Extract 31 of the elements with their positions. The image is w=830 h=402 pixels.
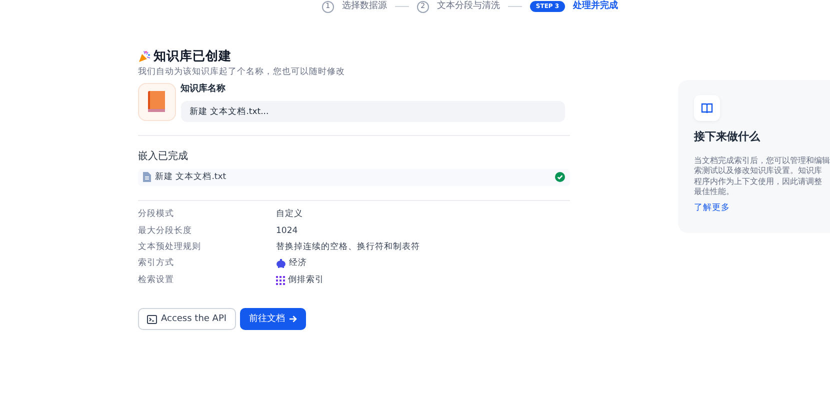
field-label: 知识库名称 xyxy=(180,83,226,96)
setting-label: 检索设置 xyxy=(138,274,175,287)
document-icon xyxy=(143,172,151,182)
setting-label: 文本预处理规则 xyxy=(138,241,202,254)
step-label[interactable]: 处理并完成 xyxy=(573,0,618,14)
setting-label: 分段模式 xyxy=(138,208,175,222)
setting-value: 1024 xyxy=(276,224,298,238)
book-open-icon xyxy=(694,95,720,121)
title: 知识库已创建 xyxy=(153,47,232,65)
arrow-right-icon xyxy=(289,315,298,324)
panel-title: 接下来做什么 xyxy=(694,129,761,145)
book-icon xyxy=(138,83,176,121)
piggy-bank-icon xyxy=(276,259,286,268)
setting-value: 自定义 xyxy=(276,208,303,222)
setting-value: 经济 xyxy=(289,257,307,270)
step-label[interactable]: 文本分段与清洗 xyxy=(436,0,500,14)
setting-value: 替换掉连续的空格、换行符和制表符 xyxy=(276,241,420,254)
subtitle: 我们自动为该知识库起了个名称，您也可以随时修改 xyxy=(138,66,346,78)
step-label[interactable]: 选择数据源 xyxy=(342,0,387,14)
grid-icon xyxy=(276,276,285,285)
party-popper-icon xyxy=(138,50,151,63)
file-name: 新建 文本文档.txt xyxy=(155,170,228,184)
setting-label: 最大分段长度 xyxy=(138,224,193,238)
setting-value: 倒排索引 xyxy=(288,274,324,287)
section-title: 嵌入已完成 xyxy=(138,150,189,164)
learn-more-link[interactable]: 了解更多 xyxy=(694,202,730,216)
setting-label: 索引方式 xyxy=(138,257,175,270)
documents-button[interactable]: 前往文档 xyxy=(240,308,306,330)
api-button[interactable]: Access the API xyxy=(138,308,236,330)
terminal-icon xyxy=(147,314,157,324)
name-input[interactable]: 新建 文本文档.txt... xyxy=(180,101,564,122)
